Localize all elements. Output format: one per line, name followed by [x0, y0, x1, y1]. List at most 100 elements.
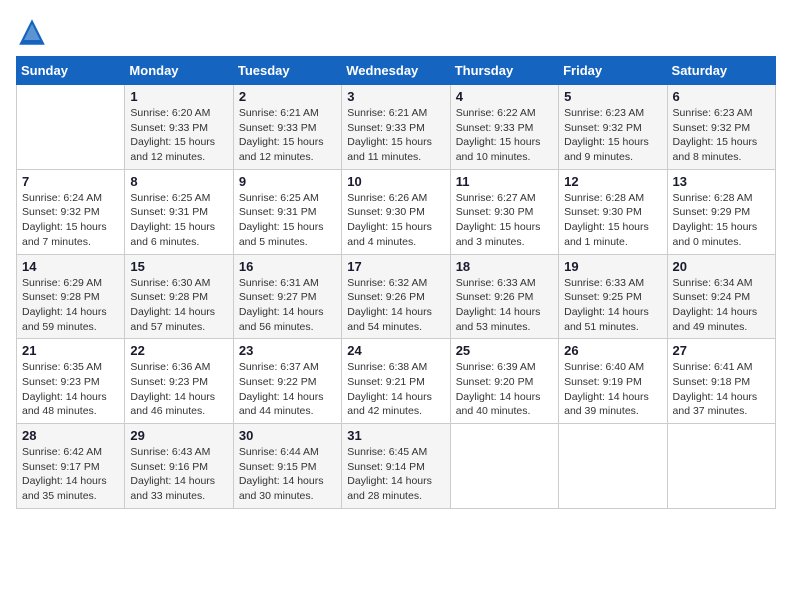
- calendar-cell: [559, 424, 667, 509]
- day-number: 13: [673, 174, 770, 189]
- day-number: 11: [456, 174, 553, 189]
- calendar-cell: 26 Sunrise: 6:40 AMSunset: 9:19 PMDayligh…: [559, 339, 667, 424]
- calendar-table: SundayMondayTuesdayWednesdayThursdayFrid…: [16, 56, 776, 509]
- day-info: Sunrise: 6:23 AMSunset: 9:32 PMDaylight:…: [564, 106, 661, 165]
- calendar-week-row: 21 Sunrise: 6:35 AMSunset: 9:23 PMDayligh…: [17, 339, 776, 424]
- header-sunday: Sunday: [17, 57, 125, 85]
- calendar-cell: 17 Sunrise: 6:32 AMSunset: 9:26 PMDayligh…: [342, 254, 450, 339]
- day-info: Sunrise: 6:25 AMSunset: 9:31 PMDaylight:…: [239, 191, 336, 250]
- calendar-cell: 2 Sunrise: 6:21 AMSunset: 9:33 PMDaylight…: [233, 85, 341, 170]
- calendar-cell: 5Sunrise: 6:23 AMSunset: 9:32 PMDaylight…: [559, 85, 667, 170]
- calendar-cell: 28 Sunrise: 6:42 AMSunset: 9:17 PMDayligh…: [17, 424, 125, 509]
- calendar-cell: 22 Sunrise: 6:36 AMSunset: 9:23 PMDayligh…: [125, 339, 233, 424]
- day-number: 27: [673, 343, 770, 358]
- header-tuesday: Tuesday: [233, 57, 341, 85]
- day-number: 18: [456, 259, 553, 274]
- day-number: 10: [347, 174, 444, 189]
- day-number: 14: [22, 259, 119, 274]
- day-number: 6: [673, 89, 770, 104]
- calendar-cell: 18 Sunrise: 6:33 AMSunset: 9:26 PMDayligh…: [450, 254, 558, 339]
- header-saturday: Saturday: [667, 57, 775, 85]
- day-info: Sunrise: 6:34 AMSunset: 9:24 PMDaylight:…: [673, 276, 770, 335]
- calendar-cell: 6 Sunrise: 6:23 AMSunset: 9:32 PMDaylight…: [667, 85, 775, 170]
- day-info: Sunrise: 6:37 AMSunset: 9:22 PMDaylight:…: [239, 360, 336, 419]
- day-info: Sunrise: 6:43 AMSunset: 9:16 PMDaylight:…: [130, 445, 227, 504]
- calendar-cell: 14 Sunrise: 6:29 AMSunset: 9:28 PMDayligh…: [17, 254, 125, 339]
- day-number: 21: [22, 343, 119, 358]
- calendar-cell: 1Sunrise: 6:20 AMSunset: 9:33 PMDaylight…: [125, 85, 233, 170]
- day-number: 29: [130, 428, 227, 443]
- calendar-cell: 9 Sunrise: 6:25 AMSunset: 9:31 PMDaylight…: [233, 169, 341, 254]
- day-info: Sunrise: 6:25 AMSunset: 9:31 PMDaylight:…: [130, 191, 227, 250]
- calendar-cell: 16 Sunrise: 6:31 AMSunset: 9:27 PMDayligh…: [233, 254, 341, 339]
- day-info: Sunrise: 6:35 AMSunset: 9:23 PMDaylight:…: [22, 360, 119, 419]
- day-number: 7: [22, 174, 119, 189]
- day-number: 28: [22, 428, 119, 443]
- calendar-cell: 31Sunrise: 6:45 AMSunset: 9:14 PMDayligh…: [342, 424, 450, 509]
- day-info: Sunrise: 6:45 AMSunset: 9:14 PMDaylight:…: [347, 445, 444, 504]
- calendar-cell: 12Sunrise: 6:28 AMSunset: 9:30 PMDayligh…: [559, 169, 667, 254]
- calendar-cell: 10Sunrise: 6:26 AMSunset: 9:30 PMDayligh…: [342, 169, 450, 254]
- calendar-cell: 3 Sunrise: 6:21 AMSunset: 9:33 PMDaylight…: [342, 85, 450, 170]
- calendar-header-row: SundayMondayTuesdayWednesdayThursdayFrid…: [17, 57, 776, 85]
- day-info: Sunrise: 6:28 AMSunset: 9:29 PMDaylight:…: [673, 191, 770, 250]
- day-info: Sunrise: 6:22 AMSunset: 9:33 PMDaylight:…: [456, 106, 553, 165]
- day-info: Sunrise: 6:27 AMSunset: 9:30 PMDaylight:…: [456, 191, 553, 250]
- day-number: 15: [130, 259, 227, 274]
- day-number: 19: [564, 259, 661, 274]
- day-number: 8: [130, 174, 227, 189]
- day-number: 9: [239, 174, 336, 189]
- calendar-cell: 4 Sunrise: 6:22 AMSunset: 9:33 PMDaylight…: [450, 85, 558, 170]
- calendar-cell: 30 Sunrise: 6:44 AMSunset: 9:15 PMDayligh…: [233, 424, 341, 509]
- calendar-cell: 15 Sunrise: 6:30 AMSunset: 9:28 PMDayligh…: [125, 254, 233, 339]
- day-number: 26: [564, 343, 661, 358]
- day-info: Sunrise: 6:21 AMSunset: 9:33 PMDaylight:…: [239, 106, 336, 165]
- day-info: Sunrise: 6:23 AMSunset: 9:32 PMDaylight:…: [673, 106, 770, 165]
- day-number: 1: [130, 89, 227, 104]
- calendar-cell: 11 Sunrise: 6:27 AMSunset: 9:30 PMDayligh…: [450, 169, 558, 254]
- calendar-cell: 21 Sunrise: 6:35 AMSunset: 9:23 PMDayligh…: [17, 339, 125, 424]
- day-info: Sunrise: 6:44 AMSunset: 9:15 PMDaylight:…: [239, 445, 336, 504]
- calendar-week-row: 7Sunrise: 6:24 AMSunset: 9:32 PMDaylight…: [17, 169, 776, 254]
- day-number: 22: [130, 343, 227, 358]
- day-number: 20: [673, 259, 770, 274]
- day-number: 17: [347, 259, 444, 274]
- day-info: Sunrise: 6:31 AMSunset: 9:27 PMDaylight:…: [239, 276, 336, 335]
- calendar-week-row: 28 Sunrise: 6:42 AMSunset: 9:17 PMDayligh…: [17, 424, 776, 509]
- day-number: 3: [347, 89, 444, 104]
- calendar-cell: 19Sunrise: 6:33 AMSunset: 9:25 PMDayligh…: [559, 254, 667, 339]
- day-info: Sunrise: 6:32 AMSunset: 9:26 PMDaylight:…: [347, 276, 444, 335]
- day-info: Sunrise: 6:36 AMSunset: 9:23 PMDaylight:…: [130, 360, 227, 419]
- day-info: Sunrise: 6:40 AMSunset: 9:19 PMDaylight:…: [564, 360, 661, 419]
- day-info: Sunrise: 6:30 AMSunset: 9:28 PMDaylight:…: [130, 276, 227, 335]
- calendar-cell: 8 Sunrise: 6:25 AMSunset: 9:31 PMDaylight…: [125, 169, 233, 254]
- day-number: 4: [456, 89, 553, 104]
- day-info: Sunrise: 6:39 AMSunset: 9:20 PMDaylight:…: [456, 360, 553, 419]
- calendar-cell: 25Sunrise: 6:39 AMSunset: 9:20 PMDayligh…: [450, 339, 558, 424]
- calendar-cell: 29 Sunrise: 6:43 AMSunset: 9:16 PMDayligh…: [125, 424, 233, 509]
- day-number: 16: [239, 259, 336, 274]
- calendar-cell: 13 Sunrise: 6:28 AMSunset: 9:29 PMDayligh…: [667, 169, 775, 254]
- calendar-cell: [667, 424, 775, 509]
- calendar-cell: [17, 85, 125, 170]
- calendar-cell: 7Sunrise: 6:24 AMSunset: 9:32 PMDaylight…: [17, 169, 125, 254]
- header-wednesday: Wednesday: [342, 57, 450, 85]
- day-number: 2: [239, 89, 336, 104]
- logo: [16, 16, 52, 48]
- calendar-week-row: 1Sunrise: 6:20 AMSunset: 9:33 PMDaylight…: [17, 85, 776, 170]
- day-info: Sunrise: 6:29 AMSunset: 9:28 PMDaylight:…: [22, 276, 119, 335]
- calendar-cell: 20 Sunrise: 6:34 AMSunset: 9:24 PMDayligh…: [667, 254, 775, 339]
- day-info: Sunrise: 6:41 AMSunset: 9:18 PMDaylight:…: [673, 360, 770, 419]
- calendar-cell: 23 Sunrise: 6:37 AMSunset: 9:22 PMDayligh…: [233, 339, 341, 424]
- day-info: Sunrise: 6:21 AMSunset: 9:33 PMDaylight:…: [347, 106, 444, 165]
- day-number: 12: [564, 174, 661, 189]
- day-number: 23: [239, 343, 336, 358]
- calendar-cell: 27 Sunrise: 6:41 AMSunset: 9:18 PMDayligh…: [667, 339, 775, 424]
- day-info: Sunrise: 6:42 AMSunset: 9:17 PMDaylight:…: [22, 445, 119, 504]
- header-friday: Friday: [559, 57, 667, 85]
- header-monday: Monday: [125, 57, 233, 85]
- day-number: 30: [239, 428, 336, 443]
- day-info: Sunrise: 6:33 AMSunset: 9:26 PMDaylight:…: [456, 276, 553, 335]
- day-info: Sunrise: 6:38 AMSunset: 9:21 PMDaylight:…: [347, 360, 444, 419]
- calendar-cell: [450, 424, 558, 509]
